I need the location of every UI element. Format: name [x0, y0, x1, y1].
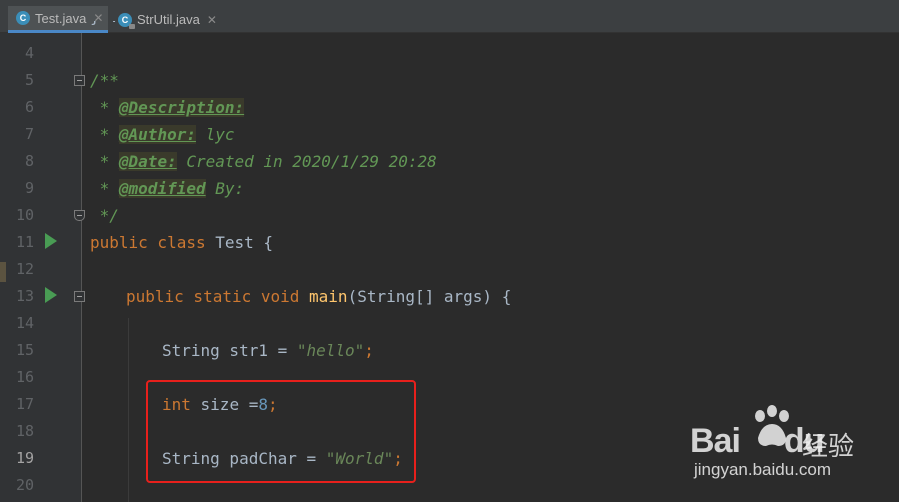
code-line: */ [90, 202, 119, 229]
watermark-cn-text: 经验 [802, 431, 855, 461]
code-line: String str1 = "hello"; [162, 337, 374, 364]
line-number: 13 [15, 287, 34, 305]
method-name: main [309, 287, 348, 306]
variable-assign: str1 = [219, 341, 297, 360]
line-number: 10 [15, 206, 34, 224]
code-line: * @Date: Created in 2020/1/29 20:28 [90, 148, 437, 175]
doc-comment-text: lyc [195, 125, 235, 144]
code-line: /** [90, 67, 119, 94]
line-number: 18 [15, 422, 34, 440]
tab-label: StrUtil.java [137, 12, 200, 27]
javadoc-tag: @modified [118, 179, 206, 198]
watermark-url: jingyan.baidu.com [694, 460, 832, 479]
type-name: String [162, 341, 220, 360]
line-number: 7 [24, 125, 34, 143]
line-number: 12 [15, 260, 34, 278]
line-number: 4 [24, 44, 34, 62]
doc-comment: */ [90, 206, 119, 225]
line-number: 11 [15, 233, 34, 251]
semicolon: ; [364, 341, 374, 360]
run-icon[interactable] [45, 287, 57, 303]
fold-icon[interactable] [74, 75, 85, 86]
line-number: 20 [15, 476, 34, 494]
class-declaration: Test { [205, 233, 274, 252]
editor-tab-bar: C Test.java ✕ C StrUtil.java ✕ [0, 0, 899, 33]
doc-comment-prefix: * [90, 179, 119, 198]
code-line: * @Author: lyc [90, 121, 235, 148]
code-line: public static void main(String[] args) { [126, 283, 511, 310]
tab-strutil-java[interactable]: C StrUtil.java ✕ [110, 6, 218, 33]
line-number: 6 [24, 98, 34, 116]
line-number: 5 [24, 71, 34, 89]
baidu-jingyan-watermark: Bai du 经验 jingyan.baidu.com [690, 400, 890, 490]
partial-code-line: } . [90, 21, 119, 33]
line-number: 15 [15, 341, 34, 359]
ide-window: C Test.java ✕ C StrUtil.java ✕ } . 4 5 6… [0, 0, 899, 502]
javadoc-tag: @Date: [118, 152, 177, 171]
doc-comment-prefix: * [90, 152, 119, 171]
keyword: public class [90, 233, 206, 252]
javadoc-tag: @Description: [118, 98, 245, 117]
annotation-highlight-box [146, 380, 416, 483]
doc-comment-text: By: [205, 179, 245, 198]
line-number: 17 [15, 395, 34, 413]
code-line: public class Test { [90, 229, 273, 256]
doc-comment-prefix: * [90, 98, 119, 117]
close-icon[interactable]: ✕ [207, 13, 217, 27]
line-number: 9 [24, 179, 34, 197]
tab-label: Test.java [35, 10, 87, 26]
paw-icon [755, 405, 789, 446]
line-number: 16 [15, 368, 34, 386]
java-class-locked-icon: C [118, 12, 135, 29]
keyword: public static void [126, 287, 300, 306]
doc-comment-prefix: * [90, 125, 119, 144]
line-number: 14 [15, 314, 34, 332]
code-line: * @Description: [90, 94, 245, 121]
string-literal: "hello" [296, 341, 365, 360]
line-number: 8 [24, 152, 34, 170]
code-line: * @modified By: [90, 175, 244, 202]
fold-icon[interactable] [74, 210, 85, 221]
indent-guide [128, 318, 129, 502]
fold-icon[interactable] [74, 291, 85, 302]
run-icon[interactable] [45, 233, 57, 249]
line-number: 19 [15, 449, 34, 467]
doc-comment-text: Created in 2020/1/29 20:28 [176, 152, 437, 171]
method-signature: (String[] args) { [347, 287, 512, 306]
doc-comment: /** [90, 71, 119, 90]
javadoc-tag: @Author: [118, 125, 196, 144]
java-class-icon: C [16, 11, 30, 25]
